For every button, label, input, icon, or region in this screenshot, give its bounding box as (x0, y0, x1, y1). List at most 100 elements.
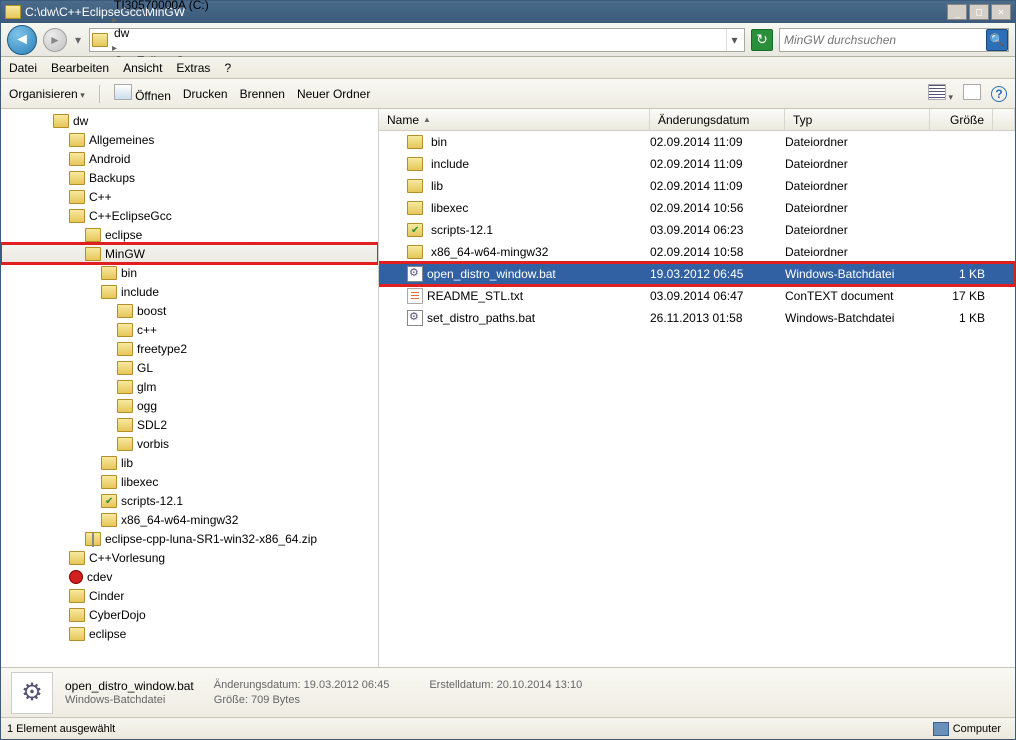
tree-item-label: freetype2 (137, 342, 187, 356)
file-date: 02.09.2014 10:56 (650, 201, 785, 215)
tree-item[interactable]: ogg (1, 396, 378, 415)
print-button[interactable]: Drucken (183, 87, 228, 101)
zip-icon (85, 532, 101, 546)
tree-item[interactable]: C++EclipseGcc (1, 206, 378, 225)
red-circle-icon (69, 570, 83, 584)
folder-icon (92, 33, 108, 47)
window-buttons: _ □ ✕ (947, 4, 1011, 20)
tree-item[interactable]: Backups (1, 168, 378, 187)
menu-view[interactable]: Ansicht (123, 61, 162, 75)
chevron-right-icon[interactable]: ▸ (112, 43, 117, 54)
tree-item[interactable]: CyberDojo (1, 605, 378, 624)
details-filetype: Windows-Batchdatei (65, 694, 194, 706)
file-row[interactable]: open_distro_window.bat19.03.2012 06:45Wi… (379, 263, 1015, 285)
new-folder-button[interactable]: Neuer Ordner (297, 87, 370, 101)
menu-file[interactable]: Datei (9, 61, 37, 75)
organize-button[interactable]: Organisieren (9, 87, 85, 101)
file-large-icon: ⚙ (11, 672, 53, 714)
address-drop[interactable]: ▾ (726, 29, 742, 51)
tree-item[interactable]: Cinder (1, 586, 378, 605)
tree-item[interactable]: libexec (1, 472, 378, 491)
column-type[interactable]: Typ (785, 109, 930, 130)
tree-item[interactable]: bin (1, 263, 378, 282)
menu-extras[interactable]: Extras (176, 61, 210, 75)
back-button[interactable]: ◄ (7, 25, 37, 55)
tree-item-label: scripts-12.1 (121, 494, 183, 508)
burn-button[interactable]: Brennen (240, 87, 285, 101)
preview-pane-button[interactable] (963, 84, 981, 103)
breadcrumb-item[interactable]: dw (112, 26, 211, 40)
tree-item-label: c++ (137, 323, 157, 337)
tree-item[interactable]: boost (1, 301, 378, 320)
folder-icon (117, 342, 133, 356)
file-date: 03.09.2014 06:47 (650, 289, 785, 303)
tree-item-label: GL (137, 361, 153, 375)
tree-item[interactable]: glm (1, 377, 378, 396)
search-input[interactable] (780, 33, 986, 47)
tree-item-label: Android (89, 152, 130, 166)
view-icon (928, 84, 946, 100)
file-list: bin02.09.2014 11:09Dateiordnerinclude02.… (379, 131, 1015, 667)
file-row[interactable]: lib02.09.2014 11:09Dateiordner (379, 175, 1015, 197)
tree-item[interactable]: SDL2 (1, 415, 378, 434)
nav-history-drop[interactable]: ▾ (73, 33, 83, 47)
details-filename: open_distro_window.bat (65, 679, 194, 693)
file-row[interactable]: libexec02.09.2014 10:56Dateiordner (379, 197, 1015, 219)
tree-item[interactable]: include (1, 282, 378, 301)
menu-help[interactable]: ? (224, 61, 231, 75)
file-row[interactable]: README_STL.txt03.09.2014 06:47ConTEXT do… (379, 285, 1015, 307)
tree-item[interactable]: cdev (1, 567, 378, 586)
file-size: 1 KB (930, 267, 993, 281)
close-button[interactable]: ✕ (991, 4, 1011, 20)
column-size[interactable]: Größe (930, 109, 993, 130)
tree-item[interactable]: eclipse (1, 225, 378, 244)
open-button[interactable]: Öffnen (114, 84, 171, 103)
refresh-button[interactable]: ↻ (751, 29, 773, 51)
tree-item[interactable]: Android (1, 149, 378, 168)
sort-asc-icon: ▲ (423, 115, 431, 124)
maximize-button[interactable]: □ (969, 4, 989, 20)
file-row[interactable]: x86_64-w64-mingw3202.09.2014 10:58Dateio… (379, 241, 1015, 263)
folder-check-icon (101, 494, 117, 508)
tree-item[interactable]: GL (1, 358, 378, 377)
tree-item[interactable]: c++ (1, 320, 378, 339)
tree-item-label: cdev (87, 570, 112, 584)
tree-item[interactable]: x86_64-w64-mingw32 (1, 510, 378, 529)
tree-item-label: ogg (137, 399, 157, 413)
folder-icon (85, 247, 101, 261)
tree-item[interactable]: MinGW (1, 244, 378, 263)
file-row[interactable]: include02.09.2014 11:09Dateiordner (379, 153, 1015, 175)
tree-item[interactable]: scripts-12.1 (1, 491, 378, 510)
column-name[interactable]: Name▲ (379, 109, 650, 130)
folder-icon (69, 190, 85, 204)
tree-item-label: libexec (121, 475, 158, 489)
file-date: 03.09.2014 06:23 (650, 223, 785, 237)
folder-icon (69, 551, 85, 565)
address-bar[interactable]: Computer▸TI30570000A (C:)▸dw▸C++EclipseG… (89, 28, 745, 52)
forward-button[interactable]: ► (43, 28, 67, 52)
column-date[interactable]: Änderungsdatum (650, 109, 785, 130)
tree-item[interactable]: C++ (1, 187, 378, 206)
tree-item[interactable]: lib (1, 453, 378, 472)
tree-item[interactable]: eclipse-cpp-luna-SR1-win32-x86_64.zip (1, 529, 378, 548)
view-mode-button[interactable] (928, 84, 953, 103)
tree-item[interactable]: vorbis (1, 434, 378, 453)
chevron-right-icon[interactable]: ▸ (112, 15, 117, 26)
file-row[interactable]: bin02.09.2014 11:09Dateiordner (379, 131, 1015, 153)
batch-file-icon (407, 266, 423, 282)
status-bar: 1 Element ausgewählt Computer (1, 717, 1015, 739)
tree-item[interactable]: freetype2 (1, 339, 378, 358)
folder-icon (117, 399, 133, 413)
help-button[interactable]: ? (991, 86, 1007, 102)
search-button[interactable]: 🔍 (986, 29, 1008, 51)
tree-item[interactable]: C++Vorlesung (1, 548, 378, 567)
file-row[interactable]: scripts-12.103.09.2014 06:23Dateiordner (379, 219, 1015, 241)
tree-item[interactable]: dw (1, 111, 378, 130)
minimize-button[interactable]: _ (947, 4, 967, 20)
tree-item[interactable]: eclipse (1, 624, 378, 643)
tree-item[interactable]: Allgemeines (1, 130, 378, 149)
file-row[interactable]: set_distro_paths.bat26.11.2013 01:58Wind… (379, 307, 1015, 329)
menu-edit[interactable]: Bearbeiten (51, 61, 109, 75)
breadcrumb-item[interactable]: TI30570000A (C:) (112, 0, 211, 12)
folder-icon (407, 135, 423, 149)
